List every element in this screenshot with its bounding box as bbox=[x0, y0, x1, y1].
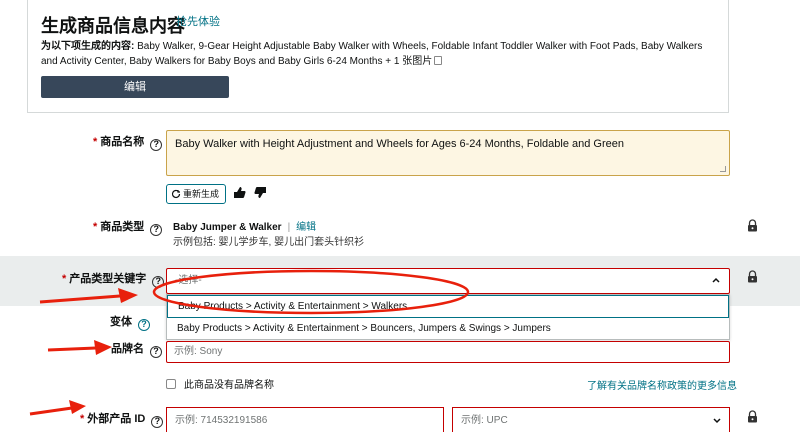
no-brand-checkbox-row[interactable]: 此商品没有品牌名称 bbox=[166, 376, 274, 391]
chevron-up-icon bbox=[712, 277, 720, 283]
regenerate-button[interactable]: 重新生成 bbox=[166, 184, 226, 204]
image-doc-icon bbox=[434, 56, 443, 65]
keyword-label: * 产品类型关键字? bbox=[62, 270, 165, 288]
keyword-option-jumpers[interactable]: Baby Products > Activity & Entertainment… bbox=[167, 318, 729, 341]
product-type-label: * 商品类型? bbox=[93, 218, 163, 236]
thumbs-down-icon[interactable] bbox=[254, 186, 267, 199]
lock-icon bbox=[748, 270, 757, 283]
product-name-input[interactable]: Baby Walker with Height Adjustment and W… bbox=[166, 130, 730, 176]
brand-input[interactable]: 示例: Sony bbox=[166, 341, 730, 363]
variant-label: 变体? bbox=[110, 313, 150, 331]
keyword-select[interactable]: -选择- bbox=[166, 268, 730, 294]
chevron-down-icon bbox=[713, 418, 721, 424]
desc-prefix: 为以下项生成的内容: bbox=[41, 41, 135, 52]
resize-handle[interactable] bbox=[720, 166, 726, 172]
early-access-badge[interactable]: 抢先体验 bbox=[176, 13, 220, 29]
keyword-dropdown-list: Baby Products > Activity & Entertainment… bbox=[166, 294, 730, 340]
help-icon[interactable]: ? bbox=[151, 416, 164, 428]
help-icon[interactable]: ? bbox=[152, 276, 165, 288]
brand-label: 品牌名? bbox=[111, 340, 162, 358]
external-id-input[interactable]: 示例: 714532191586 bbox=[166, 407, 444, 432]
external-id-label: * 外部产品 ID? bbox=[80, 410, 164, 428]
arrow-icon-brand bbox=[47, 340, 112, 355]
help-icon[interactable]: ? bbox=[150, 224, 163, 236]
help-icon[interactable]: ? bbox=[150, 139, 163, 151]
product-type-example: 示例包括: 婴儿学步车, 婴儿出门套头针织衫 bbox=[173, 237, 365, 248]
product-name-label: * 商品名称? bbox=[93, 133, 163, 151]
lock-icon bbox=[748, 410, 757, 423]
thumbs-up-icon[interactable] bbox=[233, 186, 246, 199]
arrow-icon-external-id bbox=[29, 400, 86, 416]
no-brand-checkbox[interactable] bbox=[166, 379, 176, 389]
help-icon[interactable]: ? bbox=[150, 346, 162, 358]
generate-content-card: 生成商品信息内容 抢先体验 为以下项生成的内容: Baby Walker, 9-… bbox=[27, 0, 729, 113]
desc-suffix: + 1 张图片 bbox=[385, 56, 433, 67]
brand-policy-link[interactable]: 了解有关品牌名称政策的更多信息 bbox=[587, 377, 737, 392]
lock-icon bbox=[748, 219, 757, 232]
generate-title: 生成商品信息内容 bbox=[41, 16, 185, 36]
refresh-icon bbox=[171, 189, 181, 199]
product-type-edit-link[interactable]: 编辑 bbox=[296, 222, 316, 233]
external-id-type-select[interactable]: 示例: UPC bbox=[452, 407, 730, 432]
product-type-value: Baby Jumper & Walker | 编辑 bbox=[173, 222, 317, 233]
edit-button[interactable]: 编辑 bbox=[41, 76, 229, 98]
generate-description: 为以下项生成的内容: Baby Walker, 9-Gear Height Ad… bbox=[41, 39, 721, 69]
keyword-option-walkers[interactable]: Baby Products > Activity & Entertainment… bbox=[167, 295, 729, 318]
desc-text: Baby Walker, 9-Gear Height Adjustable Ba… bbox=[41, 41, 703, 67]
help-icon[interactable]: ? bbox=[138, 319, 150, 331]
